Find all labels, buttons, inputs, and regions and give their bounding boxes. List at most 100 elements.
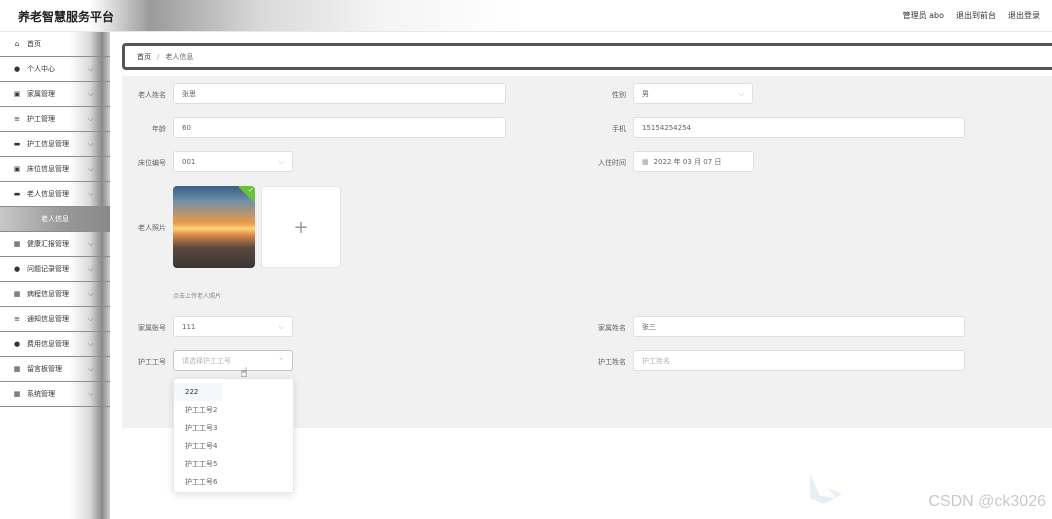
sidebar-item-label: 护工信息管理 [27, 140, 69, 148]
sidebar-item-label: 费用信息管理 [27, 340, 69, 348]
sidebar-item[interactable]: ▦ 系统管理 ⌵ [0, 382, 110, 407]
breadcrumb-current: 老人信息 [165, 52, 194, 61]
chevron-up-icon: ⌃ [278, 357, 284, 365]
sidebar-item-label: 首页 [27, 40, 41, 48]
nurse-id-label: 护工工号 [138, 358, 166, 366]
sidebar-item[interactable]: ▦ 病程信息管理 ⌵ [0, 282, 110, 307]
sidebar-item[interactable]: ▬ 护工信息管理 ⌵ [0, 132, 110, 157]
sidebar-item-label: 问题记录管理 [27, 265, 69, 273]
chevron-down-icon: ⌵ [88, 315, 94, 323]
logout-link[interactable]: 退出登录 [1008, 10, 1040, 21]
checkin-date-picker[interactable]: ▦ 2022 年 03 月 07 日 [633, 151, 754, 172]
chevron-down-icon: ⌵ [278, 323, 284, 331]
dropdown-option[interactable]: 护工工号4 [174, 437, 293, 455]
breadcrumb-home[interactable]: 首页 [137, 52, 151, 62]
plus-icon: + [293, 216, 309, 238]
chevron-down-icon: ⌵ [88, 240, 94, 248]
sidebar-item[interactable]: ▦ 健康汇报管理 ⌵ [0, 232, 110, 257]
chevron-down-icon: ⌵ [88, 340, 94, 348]
dropdown-option[interactable]: 护工工号6 [174, 473, 293, 491]
sidebar-item[interactable]: ● 问题记录管理 ⌵ [0, 257, 110, 282]
hand-cursor-icon: ☝ [240, 366, 248, 381]
upload-button[interactable]: + [261, 186, 341, 268]
dropdown-option[interactable]: 222 [174, 383, 222, 401]
phone-value: 15154254254 [642, 123, 691, 132]
sidebar-item[interactable]: ▣ 床位信息管理 ⌵ [0, 157, 110, 182]
dropdown-option[interactable]: 护工工号5 [174, 455, 293, 473]
chevron-down-icon: ⌵ [88, 290, 94, 298]
dropdown-option[interactable]: 护工工号2 [174, 401, 293, 419]
sidebar-item-label: 护工管理 [27, 115, 55, 123]
age-input[interactable]: 60 [173, 117, 506, 138]
bed-label: 床位编号 [138, 159, 166, 167]
family-account-select[interactable]: 111 ⌵ [173, 316, 293, 337]
gender-value: 男 [642, 89, 649, 98]
breadcrumb: 首页 / 老人信息 [122, 43, 1052, 70]
name-label: 老人姓名 [138, 91, 166, 99]
nurse-name-label: 护工姓名 [598, 358, 626, 366]
age-value: 60 [182, 123, 191, 132]
sidebar-item[interactable]: ▣ 家属管理 ⌵ [0, 82, 110, 107]
top-bar: 养老智慧服务平台 管理员 abo 退出到前台 退出登录 [0, 0, 1052, 32]
nurse-name-placeholder: 护工姓名 [642, 356, 670, 365]
file-icon: ▣ [13, 165, 21, 173]
sidebar-item[interactable]: ≡ 护工管理 ⌵ [0, 107, 110, 132]
sidebar-item-label: 留言板管理 [27, 365, 62, 373]
book-icon: ▬ [13, 140, 21, 148]
sidebar-item-label: 健康汇报管理 [27, 240, 69, 248]
bed-select[interactable]: 001 ⌵ [173, 151, 293, 172]
nurse-id-select[interactable]: 请选择护工工号 ⌃ [173, 350, 293, 371]
grid-icon: ▦ [13, 290, 21, 298]
sidebar-subitem-elder-info[interactable]: 老人信息 [0, 207, 110, 232]
grid-icon: ▦ [13, 365, 21, 373]
checkin-label: 入住时间 [598, 159, 626, 167]
calendar-icon: ▦ [642, 157, 649, 166]
elder-photo[interactable]: ✓ [173, 186, 255, 268]
gender-select[interactable]: 男 ⌵ [633, 83, 753, 104]
sidebar-item-label: 老人信息管理 [27, 190, 69, 198]
user-icon: ● [13, 340, 21, 348]
breadcrumb-separator: / [157, 52, 160, 61]
phone-input[interactable]: 15154254254 [633, 117, 965, 138]
sidebar: ⌂ 首页 ● 个人中心 ⌵ ▣ 家属管理 ⌵ ≡ 护工管理 ⌵ ▬ 护工信息管理 ⌵ ▣ 床位信息管理 ⌵ ▬ 老人… [0, 32, 110, 519]
chevron-down-icon: ⌵ [88, 390, 94, 398]
sidebar-item[interactable]: ≡ 通知信息管理 ⌵ [0, 307, 110, 332]
name-input[interactable]: 张思 [173, 83, 506, 104]
phone-label: 手机 [612, 125, 626, 133]
family-name-value: 张三 [642, 322, 656, 331]
sidebar-item-label: 个人中心 [27, 65, 55, 73]
chevron-down-icon: ⌵ [88, 165, 94, 173]
chevron-down-icon: ⌵ [88, 365, 94, 373]
sidebar-item-label: 病程信息管理 [27, 290, 69, 298]
sidebar-item-label: 系统管理 [27, 390, 55, 398]
back-to-front-link[interactable]: 退出到前台 [956, 10, 996, 21]
chevron-down-icon: ⌵ [738, 90, 744, 98]
family-account-label: 家属账号 [138, 324, 166, 332]
sidebar-item[interactable]: ▦ 留言板管理 ⌵ [0, 357, 110, 382]
sidebar-item[interactable]: ▬ 老人信息管理 ⌵ [0, 182, 110, 207]
sidebar-item-label: 床位信息管理 [27, 165, 69, 173]
age-label: 年龄 [152, 125, 166, 133]
sidebar-item[interactable]: ⌂ 首页 [0, 32, 110, 57]
family-name-label: 家属姓名 [598, 324, 626, 332]
chevron-down-icon: ⌵ [88, 190, 94, 198]
chevron-down-icon: ⌵ [88, 140, 94, 148]
nurse-name-input[interactable]: 护工姓名 [633, 350, 965, 371]
checkin-value: 2022 年 03 月 07 日 [653, 157, 722, 166]
user-icon: ● [13, 265, 21, 273]
upload-tip: 点击上传老人照片 [173, 293, 222, 300]
header-actions: 管理员 abo 退出到前台 退出登录 [903, 10, 1040, 21]
bed-value: 001 [182, 157, 196, 166]
home-icon: ⌂ [14, 40, 20, 48]
chevron-down-icon: ⌵ [88, 115, 94, 123]
nurse-id-dropdown: 222 护工工号2 护工工号3 护工工号4 护工工号5 护工工号6 [173, 378, 294, 493]
sidebar-item[interactable]: ● 费用信息管理 ⌵ [0, 332, 110, 357]
sidebar-item[interactable]: ● 个人中心 ⌵ [0, 57, 110, 82]
family-name-input[interactable]: 张三 [633, 316, 965, 337]
grid-icon: ▦ [13, 240, 21, 248]
user-icon: ● [13, 65, 21, 73]
gender-label: 性别 [612, 91, 626, 99]
check-icon: ✓ [248, 186, 254, 194]
app-title: 养老智慧服务平台 [18, 10, 115, 24]
dropdown-option[interactable]: 护工工号3 [174, 419, 293, 437]
